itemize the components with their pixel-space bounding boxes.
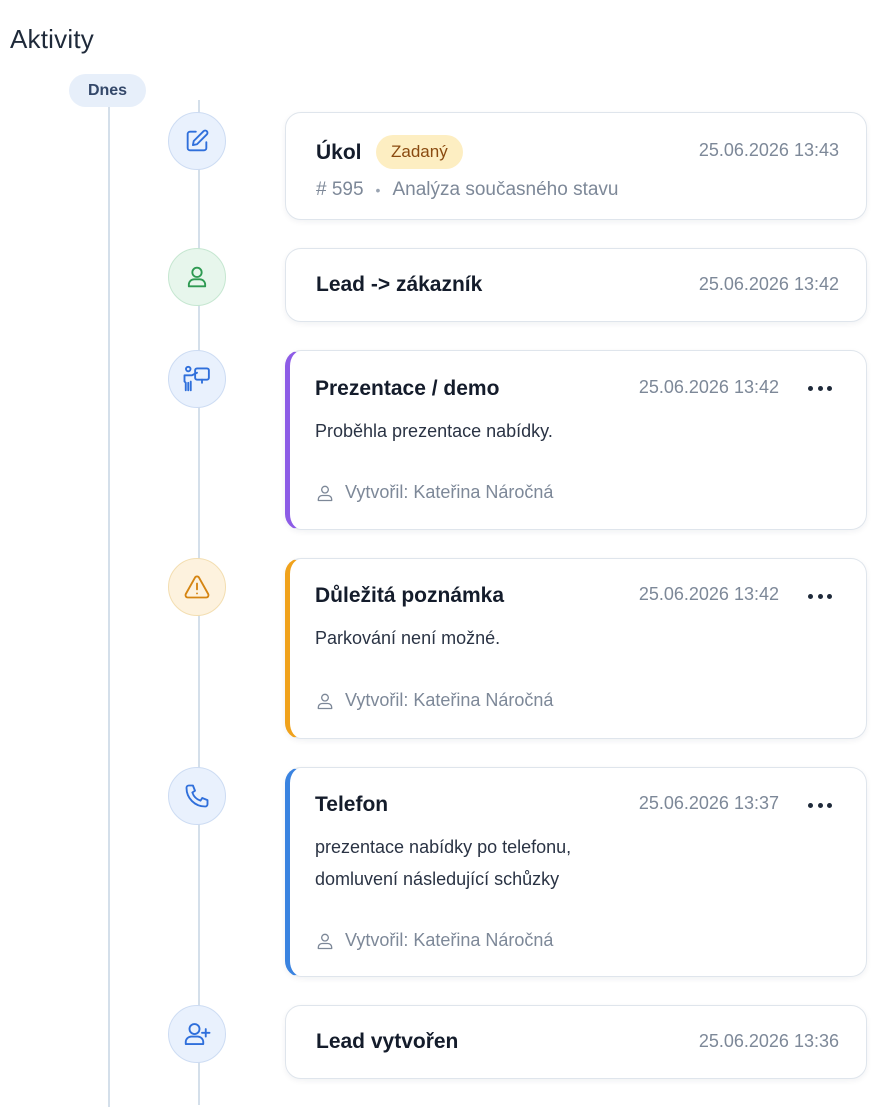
activity-title: Lead vytvořen xyxy=(316,1030,459,1053)
day-badge: Dnes xyxy=(69,74,146,107)
activity-title: Telefon xyxy=(315,793,389,816)
timeline-day-line xyxy=(108,107,110,1107)
meta-separator: • xyxy=(375,182,381,198)
more-options-button[interactable] xyxy=(808,797,832,813)
timeline-marker-lead-created xyxy=(168,1005,226,1063)
more-dot xyxy=(817,593,823,599)
presentation-icon xyxy=(182,364,212,394)
activity-card-important-note[interactable]: Důležitá poznámka 25.06.2026 13:42 Parko… xyxy=(285,558,867,739)
activity-timestamp: 25.06.2026 13:37 xyxy=(638,793,779,813)
user-icon xyxy=(315,483,335,503)
activity-timestamp: 25.06.2026 13:42 xyxy=(698,274,839,294)
more-options-button[interactable] xyxy=(808,588,832,604)
timeline-marker-task xyxy=(168,112,226,170)
creator-label: Vytvořil: xyxy=(345,690,409,710)
creator-name: Kateřina Náročná xyxy=(413,930,554,950)
more-dot xyxy=(808,385,813,391)
creator-name: Kateřina Náročná xyxy=(413,690,554,710)
timeline-marker-phone xyxy=(168,767,226,825)
creator-name: Kateřina Náročná xyxy=(413,482,554,502)
task-meta: # 595 • Analýza současného stavu xyxy=(316,179,619,201)
activity-timestamp: 25.06.2026 13:36 xyxy=(698,1031,839,1051)
activity-body-line: prezentace nabídky po telefonu, xyxy=(315,837,572,857)
activity-card-phone[interactable]: Telefon 25.06.2026 13:37 prezentace nabí… xyxy=(285,767,867,977)
more-dot xyxy=(817,385,823,391)
activity-title: Úkol xyxy=(316,141,362,164)
activity-card-conversion[interactable]: Lead -> zákazník 25.06.2026 13:42 xyxy=(285,248,867,322)
activity-creator: Vytvořil: Kateřina Náročná xyxy=(315,690,553,711)
user-icon xyxy=(183,263,211,291)
activity-title: Důležitá poznámka xyxy=(315,584,505,607)
task-subject[interactable]: Analýza současného stavu xyxy=(392,179,618,201)
user-add-icon xyxy=(182,1019,212,1049)
activity-card-presentation[interactable]: Prezentace / demo 25.06.2026 13:42 Probě… xyxy=(285,350,867,530)
activity-title: Lead -> zákazník xyxy=(316,273,483,296)
activity-card-task[interactable]: Úkol Zadaný 25.06.2026 13:43 # 595 • Ana… xyxy=(285,112,867,220)
more-dot xyxy=(808,802,813,808)
activity-body-line: domluvení následující schůzky xyxy=(315,869,560,889)
more-dot xyxy=(827,593,832,599)
activity-timestamp: 25.06.2026 13:43 xyxy=(698,140,839,160)
timeline-marker-presentation xyxy=(168,350,226,408)
activity-creator: Vytvořil: Kateřina Náročná xyxy=(315,482,553,503)
status-badge: Zadaný xyxy=(376,135,463,169)
activity-body: Parkování není možné. xyxy=(315,628,501,648)
more-dot xyxy=(817,802,823,808)
phone-icon xyxy=(183,782,211,810)
timeline-marker-important-note xyxy=(168,558,226,616)
more-dot xyxy=(827,802,832,808)
activity-body: prezentace nabídky po telefonu, domluven… xyxy=(315,831,571,895)
creator-label: Vytvořil: xyxy=(345,930,409,950)
more-dot xyxy=(808,593,813,599)
task-number: # 595 xyxy=(316,179,364,200)
page-title: Aktivity xyxy=(10,24,94,54)
warning-icon xyxy=(183,573,211,601)
creator-label: Vytvořil: xyxy=(345,482,409,502)
user-icon xyxy=(315,691,335,711)
activity-body: Proběhla prezentace nabídky. xyxy=(315,421,553,441)
activity-timestamp: 25.06.2026 13:42 xyxy=(638,377,779,397)
activity-card-lead-created[interactable]: Lead vytvořen 25.06.2026 13:36 xyxy=(285,1005,867,1079)
edit-icon xyxy=(183,127,211,155)
more-dot xyxy=(827,385,832,391)
activity-timestamp: 25.06.2026 13:42 xyxy=(638,584,779,604)
activity-creator: Vytvořil: Kateřina Náročná xyxy=(315,930,553,951)
timeline-marker-conversion xyxy=(168,248,226,306)
more-options-button[interactable] xyxy=(808,380,832,396)
user-icon xyxy=(315,931,335,951)
activity-title: Prezentace / demo xyxy=(315,377,500,400)
